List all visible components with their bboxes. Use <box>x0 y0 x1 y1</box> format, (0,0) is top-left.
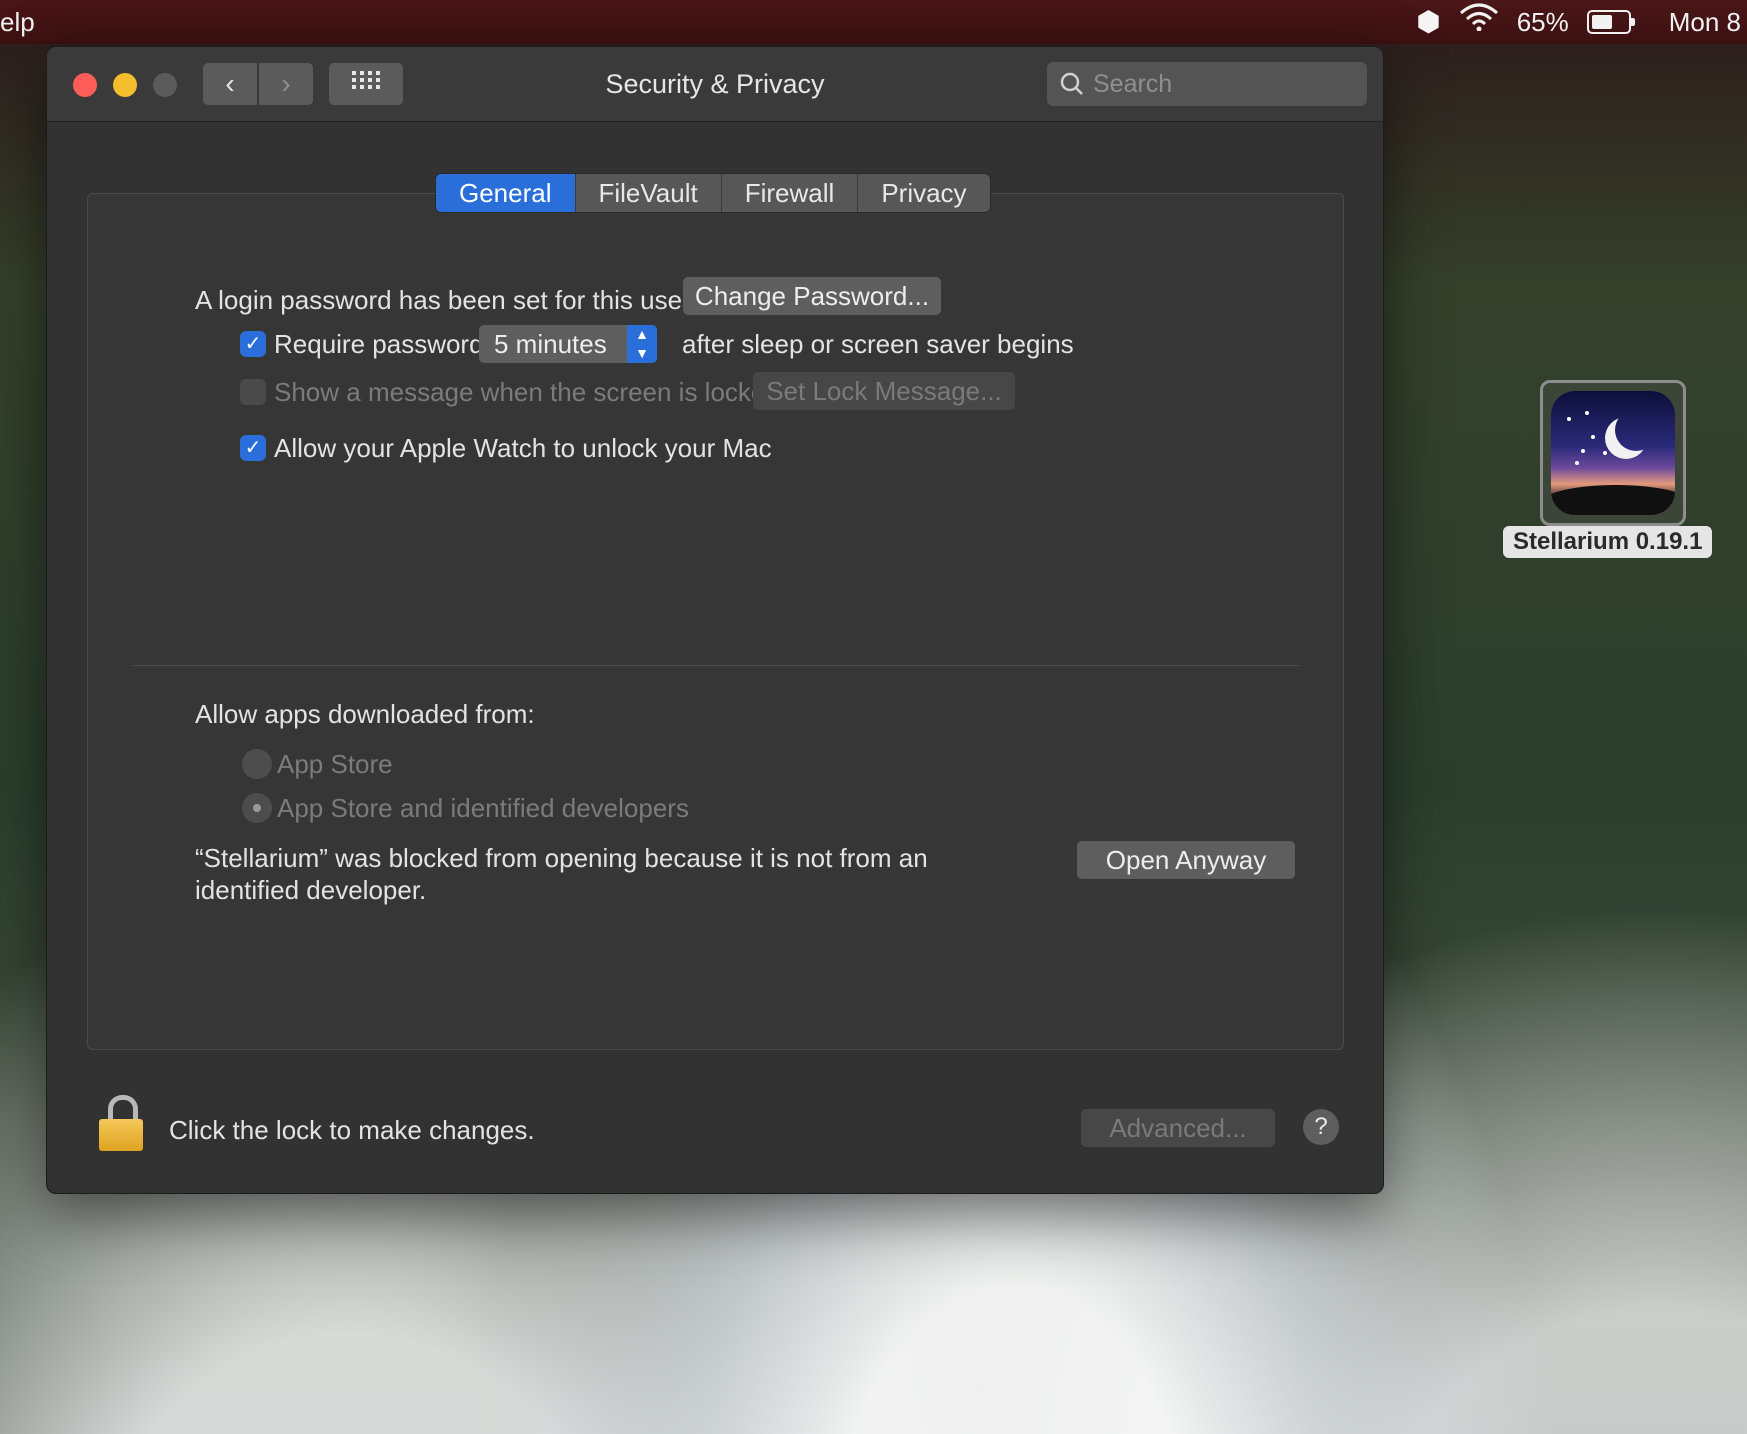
battery-icon[interactable] <box>1586 10 1635 34</box>
menu-extras: ⬢ 65% Mon 8 <box>1416 0 1747 44</box>
checkmark-icon: ✓ <box>244 333 262 355</box>
apple-watch-label: Allow your Apple Watch to unlock your Ma… <box>274 433 772 463</box>
tab-general[interactable]: General <box>436 174 576 212</box>
lock-label: Click the lock to make changes. <box>169 1115 535 1145</box>
advanced-button[interactable]: Advanced... <box>1081 1109 1275 1147</box>
allow-apps-heading: Allow apps downloaded from: <box>195 699 535 729</box>
tab-bar: General FileVault Firewall Privacy <box>435 173 991 213</box>
battery-percent[interactable]: 65% <box>1517 0 1569 44</box>
radio-identified-developers[interactable] <box>242 793 272 823</box>
security-privacy-window: ‹ › Security & Privacy Search General Fi… <box>46 46 1384 1194</box>
open-anyway-button[interactable]: Open Anyway <box>1077 841 1295 879</box>
menu-clock[interactable]: Mon 8 <box>1669 0 1741 44</box>
menu-bar: elp ⬢ 65% Mon 8 <box>0 0 1747 44</box>
menu-help[interactable]: elp <box>0 0 35 44</box>
search-field[interactable]: Search <box>1047 62 1367 106</box>
require-password-checkbox[interactable]: ✓ <box>240 331 266 357</box>
stellarium-icon <box>1551 391 1675 515</box>
show-message-label: Show a message when the screen is locked <box>274 377 780 407</box>
tab-privacy[interactable]: Privacy <box>858 174 989 212</box>
lock-icon[interactable] <box>99 1095 143 1151</box>
require-password-interval-select[interactable]: 5 minutes ▲ ▼ <box>479 325 657 363</box>
radio-identified-developers-label: App Store and identified developers <box>277 793 689 823</box>
chevron-updown-icon: ▲ ▼ <box>627 325 657 363</box>
stellarium-app-icon[interactable] <box>1540 380 1686 526</box>
radio-app-store[interactable] <box>242 749 272 779</box>
search-icon <box>1059 62 1085 119</box>
checkmark-icon: ✓ <box>244 437 262 459</box>
tab-filevault[interactable]: FileVault <box>576 174 722 212</box>
show-message-checkbox[interactable] <box>240 379 266 405</box>
title-bar[interactable]: ‹ › Security & Privacy Search <box>47 47 1383 122</box>
require-password-label: Require password <box>274 329 484 359</box>
tab-firewall[interactable]: Firewall <box>722 174 859 212</box>
blocked-message-line1: “Stellarium” was blocked from opening be… <box>195 843 928 873</box>
apple-watch-checkbox[interactable]: ✓ <box>240 435 266 461</box>
search-placeholder: Search <box>1093 70 1173 98</box>
interval-value: 5 minutes <box>494 329 607 359</box>
change-password-button[interactable]: Change Password... <box>683 277 941 315</box>
tab-panel <box>87 193 1344 1050</box>
app-icon-label[interactable]: Stellarium 0.19.1 <box>1503 526 1713 558</box>
help-button[interactable]: ? <box>1303 1109 1339 1145</box>
radio-app-store-label: App Store <box>277 749 393 779</box>
wifi-icon[interactable] <box>1459 0 1499 44</box>
set-lock-message-button[interactable]: Set Lock Message... <box>753 372 1015 410</box>
dropbox-icon[interactable]: ⬢ <box>1416 0 1440 44</box>
after-sleep-label: after sleep or screen saver begins <box>682 329 1074 359</box>
login-password-label: A login password has been set for this u… <box>195 285 691 315</box>
blocked-message-line2: identified developer. <box>195 875 427 905</box>
section-divider <box>133 665 1299 666</box>
